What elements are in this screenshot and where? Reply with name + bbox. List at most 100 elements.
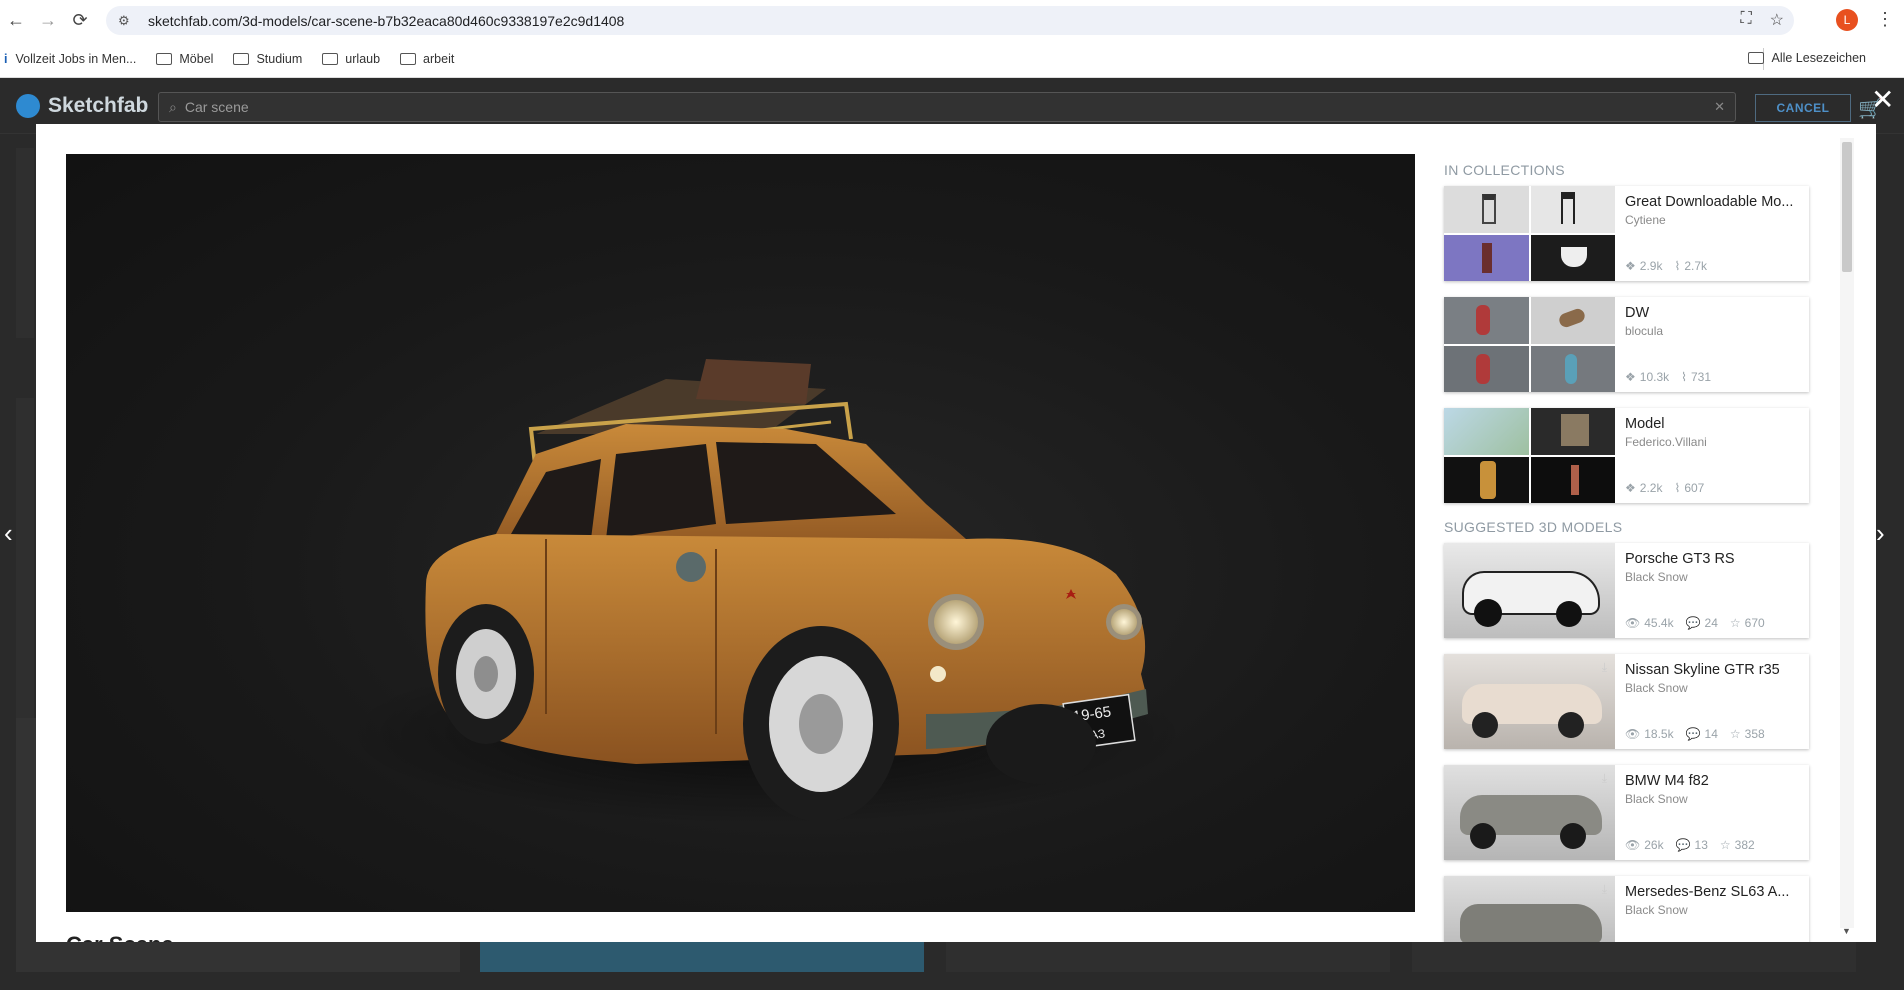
collection-title[interactable]: Great Downloadable Mo...: [1625, 194, 1805, 210]
views-eye-icon: 👁: [1625, 616, 1641, 630]
address-bar[interactable]: ⚙ sketchfab.com/3d-models/car-scene-b7b3…: [106, 6, 1794, 35]
model-viewer-3d[interactable]: 19-65 ЗАЗ: [66, 154, 1415, 912]
all-bookmarks-folder[interactable]: Alle Lesezeichen: [1748, 51, 1866, 65]
views-count: 45.4k: [1644, 616, 1674, 630]
fog-light: [930, 666, 946, 682]
model-card-title[interactable]: BMW M4 f82: [1625, 773, 1805, 789]
suggested-model-card[interactable]: ⤓ Nissan Skyline GTR r35 Black Snow 👁 18…: [1444, 654, 1809, 749]
rear-wheel: [438, 604, 534, 744]
background-card: [480, 938, 924, 972]
model-card-author[interactable]: Black Snow: [1625, 570, 1805, 584]
background-card: [16, 398, 34, 728]
site-settings-icon[interactable]: ⚙: [118, 13, 138, 29]
model-card-title[interactable]: Mersedes-Benz SL63 A...: [1625, 884, 1805, 900]
back-arrow-icon[interactable]: ←: [0, 4, 32, 36]
followers-count: 2.7k: [1684, 259, 1707, 273]
followers-icon: ⌇: [1681, 370, 1687, 384]
bookmark-folder-urlaub[interactable]: urlaub: [322, 52, 380, 66]
models-count-icon: ❖: [1625, 481, 1636, 495]
likes-star-icon: ☆: [1729, 616, 1741, 630]
sketchfab-logo[interactable]: Sketchfab: [16, 94, 148, 118]
background-card: [1412, 938, 1856, 972]
search-value: Car scene: [184, 99, 249, 115]
scrollbar-thumb[interactable]: [1842, 142, 1852, 272]
collection-card[interactable]: Great Downloadable Mo... Cytiene ❖ 2.9k …: [1444, 186, 1809, 281]
sketchfab-cube-icon: [16, 94, 40, 118]
browser-toolbar: ← → ⟳ ⚙ sketchfab.com/3d-models/car-scen…: [0, 0, 1904, 40]
collection-title[interactable]: Model: [1625, 416, 1805, 432]
suggested-model-card[interactable]: Porsche GT3 RS Black Snow 👁 45.4k 💬 24 ☆…: [1444, 543, 1809, 638]
bookmark-folder-moebel[interactable]: Möbel: [156, 52, 213, 66]
profile-avatar[interactable]: L: [1836, 9, 1858, 31]
suggested-model-thumbnail: [1444, 543, 1615, 638]
model-card-title[interactable]: Porsche GT3 RS: [1625, 551, 1805, 567]
reload-icon[interactable]: ⟳: [64, 4, 96, 36]
suggested-model-thumbnail: ⤓: [1444, 765, 1615, 860]
bookmark-folder-arbeit[interactable]: arbeit: [400, 52, 454, 66]
bookmark-folder-studium[interactable]: Studium: [233, 52, 302, 66]
car-render: 19-65 ЗАЗ: [346, 359, 1186, 824]
collection-thumbnail: [1444, 186, 1615, 281]
bookmark-label: Studium: [256, 51, 303, 66]
suggested-model-card[interactable]: ⤓ BMW M4 f82 Black Snow 👁 26k 💬 13 ☆ 382: [1444, 765, 1809, 860]
models-count: 10.3k: [1639, 370, 1670, 384]
comments-count: 13: [1694, 838, 1708, 852]
bookmark-jobs[interactable]: i Vollzeit Jobs in Men...: [4, 52, 136, 66]
next-arrow-icon[interactable]: ›: [1876, 518, 1885, 549]
download-icon[interactable]: ⤓: [1602, 882, 1607, 897]
close-modal-icon[interactable]: ✕: [1871, 86, 1894, 114]
collection-author[interactable]: Federico.Villani: [1625, 435, 1805, 449]
previous-arrow-icon[interactable]: ‹: [4, 518, 13, 549]
bookmarks-bar: i Vollzeit Jobs in Men... Möbel Studium …: [0, 40, 1904, 78]
folder-icon: [400, 52, 417, 65]
clear-search-icon[interactable]: ✕: [1714, 99, 1725, 115]
model-title: Car Scene: [66, 932, 174, 942]
suggested-model-thumbnail: ⤓: [1444, 654, 1615, 749]
search-icon: ⌕: [169, 98, 177, 115]
collection-card[interactable]: DW blocula ❖ 10.3k ⌇ 731: [1444, 297, 1809, 392]
models-count-icon: ❖: [1625, 259, 1636, 273]
followers-icon: ⌇: [1674, 259, 1681, 273]
views-count: 26k: [1644, 838, 1664, 852]
folder-icon: [1748, 52, 1765, 64]
bookmark-label: arbeit: [423, 51, 455, 66]
download-icon[interactable]: ⤓: [1602, 771, 1607, 786]
front-right-wheel: [986, 704, 1096, 784]
folder-icon: [322, 52, 339, 65]
folder-icon: [233, 52, 250, 65]
followers-icon: ⌇: [1674, 481, 1681, 495]
logo-text: Sketchfab: [48, 94, 149, 117]
bookmark-label: Vollzeit Jobs in Men...: [15, 51, 137, 66]
bookmark-favicon-icon: i: [4, 51, 8, 66]
model-card-author[interactable]: Black Snow: [1625, 681, 1805, 695]
model-card-author[interactable]: Black Snow: [1625, 792, 1805, 806]
cancel-button[interactable]: CANCEL: [1755, 94, 1851, 122]
bookmark-label: Möbel: [179, 51, 214, 66]
bookmark-star-icon[interactable]: ☆: [1770, 10, 1784, 30]
likes-count: 382: [1734, 838, 1755, 852]
collection-author[interactable]: blocula: [1625, 324, 1805, 338]
comments-icon: 💬: [1685, 616, 1701, 630]
likes-count: 358: [1744, 727, 1765, 741]
suggested-model-card[interactable]: ⤓ Mersedes-Benz SL63 A... Black Snow: [1444, 876, 1809, 942]
collection-thumbnail: [1444, 297, 1615, 392]
translate-icon[interactable]: ⛶: [1740, 10, 1751, 30]
likes-star-icon: ☆: [1729, 727, 1741, 741]
models-count: 2.9k: [1639, 259, 1663, 273]
browser-menu-icon[interactable]: ⋮: [1876, 9, 1894, 30]
scroll-down-arrow-icon[interactable]: ▼: [1842, 926, 1851, 936]
forward-arrow-icon[interactable]: →: [32, 4, 64, 36]
collection-author[interactable]: Cytiene: [1625, 213, 1805, 227]
model-card-author[interactable]: Black Snow: [1625, 903, 1805, 917]
model-card-title[interactable]: Nissan Skyline GTR r35: [1625, 662, 1805, 678]
likes-star-icon: ☆: [1719, 838, 1731, 852]
models-count-icon: ❖: [1625, 370, 1636, 384]
download-icon[interactable]: ⤓: [1602, 660, 1607, 675]
side-mirror: [676, 552, 706, 582]
collection-card[interactable]: Model Federico.Villani ❖ 2.2k ⌇ 607: [1444, 408, 1809, 503]
search-input[interactable]: ⌕ Car scene ✕: [158, 92, 1736, 122]
model-preview-modal: 19-65 ЗАЗ: [36, 124, 1876, 942]
followers-count: 731: [1690, 370, 1712, 384]
background-card: [16, 148, 34, 338]
collection-title[interactable]: DW: [1625, 305, 1805, 321]
